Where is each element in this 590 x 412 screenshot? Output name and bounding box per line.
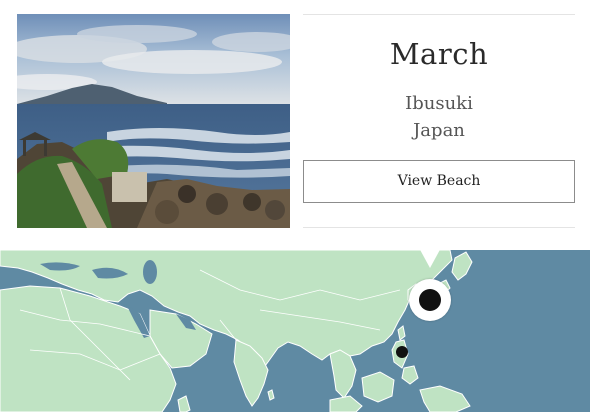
month-title: March (389, 37, 489, 71)
location-marker[interactable] (396, 346, 408, 358)
view-beach-button[interactable]: View Beach (303, 160, 575, 203)
selected-location-marker[interactable] (409, 279, 451, 321)
city-name: Ibusuki (405, 93, 473, 114)
world-map[interactable] (0, 250, 590, 412)
destination-card: March Ibusuki Japan View Beach (0, 0, 590, 250)
selected-location-dot (419, 289, 441, 311)
country-name: Japan (413, 120, 465, 141)
destination-info: March Ibusuki Japan View Beach (303, 14, 575, 228)
beach-photo (17, 14, 290, 228)
card-pointer (418, 246, 442, 268)
page: March Ibusuki Japan View Beach (0, 0, 590, 412)
